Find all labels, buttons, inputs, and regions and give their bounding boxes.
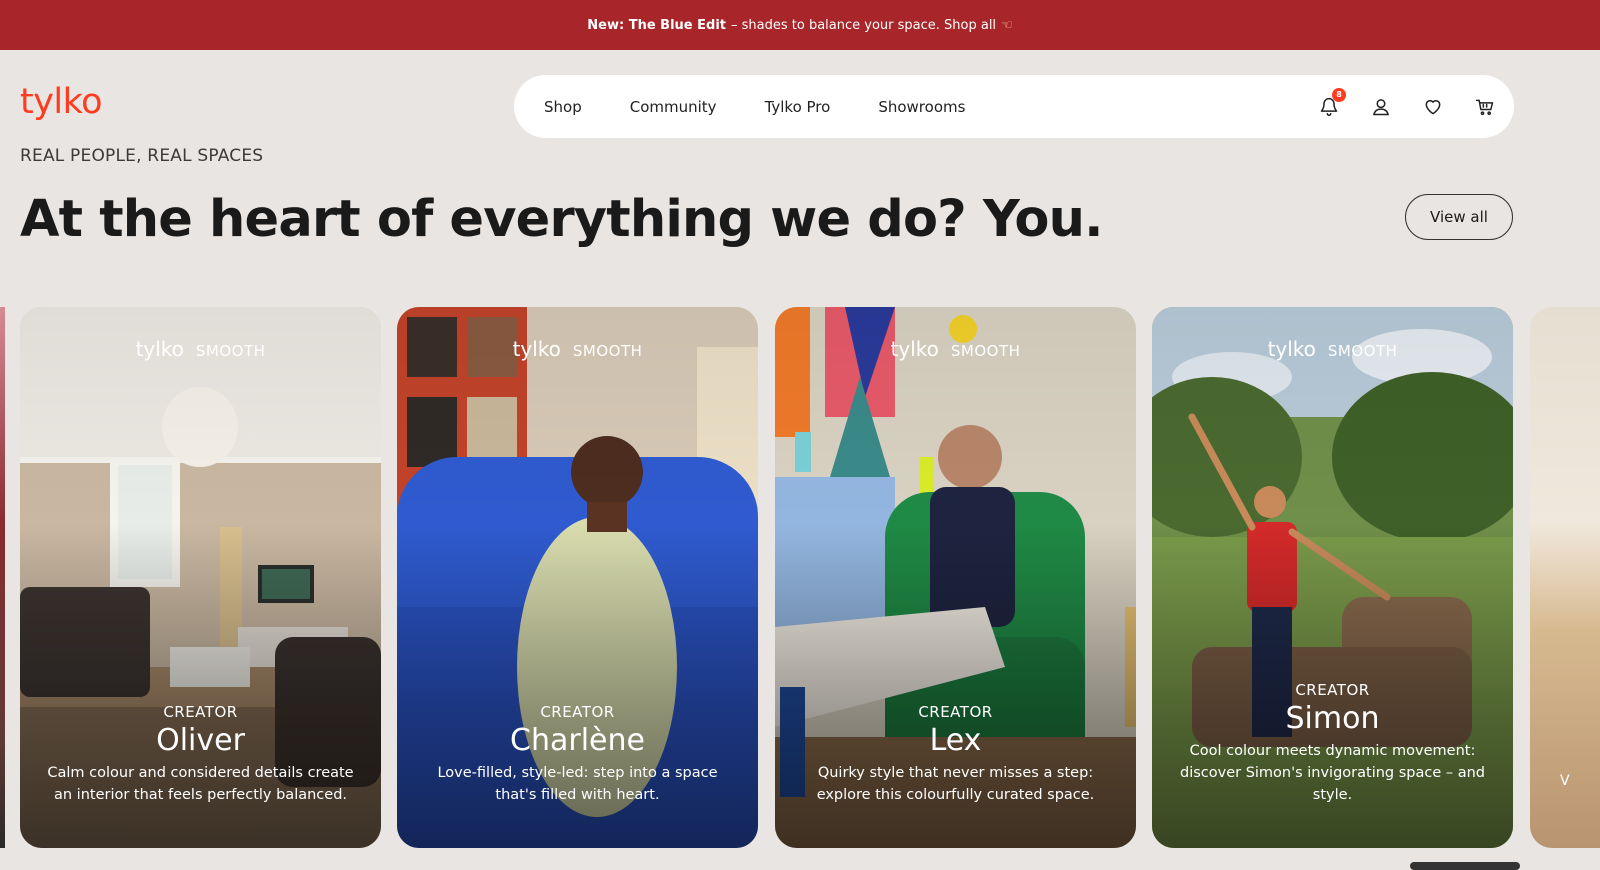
card-role: CREATOR	[540, 703, 615, 721]
card-brand-label: tylko SMOOTH	[20, 337, 381, 361]
card-description: Quirky style that never misses a step: e…	[816, 765, 1095, 803]
view-all-button[interactable]: View all	[1405, 194, 1513, 240]
next-card-initial: V	[1560, 773, 1570, 789]
creator-card-oliver[interactable]: tylko SMOOTH CREATOR Oliver Calm colour a…	[20, 307, 381, 848]
card-description: Cool colour meets dynamic movement: disc…	[1179, 743, 1486, 803]
tylko-logo[interactable]: tylko	[20, 82, 103, 122]
carousel-scroll-indicator[interactable]	[1410, 862, 1520, 870]
user-icon[interactable]	[1370, 96, 1392, 118]
pointing-hand-icon: ☜	[1001, 17, 1013, 33]
nav-item-tylko-pro[interactable]: Tylko Pro	[765, 98, 831, 116]
bell-icon[interactable]: 8	[1318, 87, 1346, 118]
card-product-line: SMOOTH	[195, 342, 266, 360]
next-card-edge[interactable]: V	[1530, 307, 1600, 848]
card-role: CREATOR	[1295, 681, 1370, 699]
card-brand-logo: tylko	[135, 337, 184, 361]
page-title: At the heart of everything we do? You.	[20, 190, 1103, 249]
card-creator-name: Charlène	[510, 723, 645, 758]
previous-card-edge[interactable]	[0, 307, 5, 848]
card-creator-name: Oliver	[156, 723, 245, 758]
card-brand-label: tylko SMOOTH	[775, 337, 1136, 361]
promo-bold-text: New: The Blue Edit	[587, 17, 726, 33]
card-creator-name: Simon	[1285, 701, 1380, 736]
nav-item-shop[interactable]: Shop	[544, 98, 582, 116]
card-product-line: SMOOTH	[950, 342, 1021, 360]
card-product-line: SMOOTH	[572, 342, 643, 360]
card-role: CREATOR	[918, 703, 993, 721]
promo-banner[interactable]: New: The Blue Edit – shades to balance y…	[0, 0, 1600, 50]
card-brand-logo: tylko	[1267, 337, 1316, 361]
card-description: Calm colour and considered details creat…	[47, 765, 354, 803]
card-brand-label: tylko SMOOTH	[1152, 337, 1513, 361]
card-caption: CREATOR Charlène Love-filled, style-led:…	[397, 703, 758, 806]
main-nav: Shop Community Tylko Pro Showrooms 8	[514, 75, 1514, 138]
nav-icon-group: 8	[1318, 75, 1496, 138]
card-creator-name: Lex	[929, 723, 982, 758]
card-caption: CREATOR Oliver Calm colour and considere…	[20, 703, 381, 806]
cart-icon[interactable]	[1474, 96, 1496, 118]
creator-card-simon[interactable]: tylko SMOOTH CREATOR Simon Cool colour me…	[1152, 307, 1513, 848]
card-caption: CREATOR Lex Quirky style that never miss…	[775, 703, 1136, 806]
card-caption: CREATOR Simon Cool colour meets dynamic …	[1152, 681, 1513, 806]
creator-card-charlene[interactable]: tylko SMOOTH CREATOR Charlène Love-filled…	[397, 307, 758, 848]
card-brand-logo: tylko	[890, 337, 939, 361]
card-description: Love-filled, style-led: step into a spac…	[437, 765, 718, 803]
section-eyebrow: REAL PEOPLE, REAL SPACES	[20, 146, 264, 166]
creator-card-lex[interactable]: tylko SMOOTH CREATOR Lex Quirky style tha…	[775, 307, 1136, 848]
card-product-line: SMOOTH	[1327, 342, 1398, 360]
nav-item-community[interactable]: Community	[630, 98, 717, 116]
heart-icon[interactable]	[1422, 96, 1444, 118]
card-brand-logo: tylko	[512, 337, 561, 361]
notification-count-badge: 8	[1332, 87, 1346, 102]
card-role: CREATOR	[163, 703, 238, 721]
card-brand-label: tylko SMOOTH	[397, 337, 758, 361]
promo-text: – shades to balance your space. Shop all	[731, 17, 997, 33]
nav-item-showrooms[interactable]: Showrooms	[878, 98, 965, 116]
